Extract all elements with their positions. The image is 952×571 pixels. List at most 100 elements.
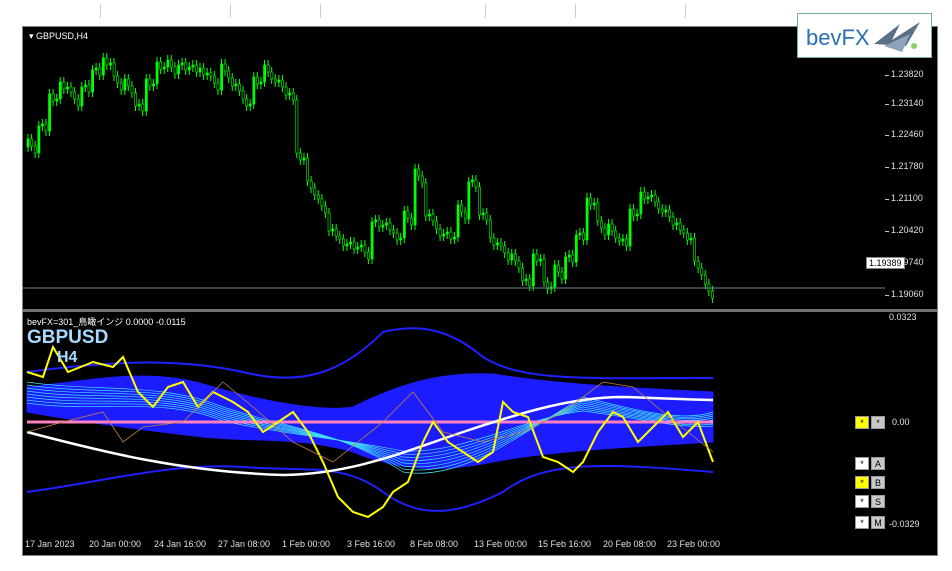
candle-body bbox=[528, 278, 532, 287]
candle-body bbox=[259, 81, 263, 85]
candle-body bbox=[693, 237, 697, 262]
candle-body bbox=[291, 92, 295, 101]
candle-body bbox=[363, 244, 367, 253]
candle-body bbox=[678, 222, 682, 231]
price-axis-label: 1.19060 bbox=[891, 289, 924, 299]
price-axis-tick bbox=[885, 135, 889, 136]
candle-body bbox=[152, 83, 155, 87]
bevfx-logo: bevFX bbox=[797, 13, 932, 58]
candle-body bbox=[62, 81, 66, 90]
m-star-button[interactable]: * bbox=[855, 516, 869, 529]
candle-body bbox=[653, 194, 657, 203]
candle-body bbox=[399, 237, 403, 241]
a-button[interactable]: A bbox=[871, 457, 885, 470]
indicator-zero-label: 0.00 bbox=[892, 417, 910, 427]
price-axis-tick bbox=[885, 167, 889, 168]
indicator-chart[interactable] bbox=[23, 312, 885, 532]
bird-logo-icon bbox=[874, 22, 920, 52]
candle-body bbox=[646, 196, 650, 200]
candle-body bbox=[230, 77, 234, 87]
candle-body bbox=[370, 221, 374, 260]
candle-body bbox=[144, 78, 148, 112]
s-star-button[interactable]: * bbox=[855, 495, 869, 508]
star-toggle-button[interactable]: * bbox=[855, 416, 869, 429]
candle-body bbox=[302, 157, 306, 161]
price-axis-label: 1.22460 bbox=[891, 129, 924, 139]
price-axis-label: 1.23820 bbox=[891, 69, 924, 79]
chart-window[interactable]: ▾ GBPUSD,H4 1.23820 1.23140 1.22460 1.21780… bbox=[22, 26, 938, 556]
candle-body bbox=[395, 232, 399, 241]
candle-body bbox=[313, 187, 317, 196]
logo-text: bevFX bbox=[806, 25, 870, 50]
candle-body bbox=[324, 205, 327, 214]
candle-body bbox=[703, 274, 707, 285]
candle-body bbox=[367, 251, 370, 260]
candle-body bbox=[101, 57, 105, 76]
candle-body bbox=[234, 83, 238, 87]
candle-body bbox=[345, 243, 349, 247]
candle-body bbox=[356, 246, 360, 250]
candle-body bbox=[109, 62, 112, 66]
candle-body bbox=[567, 254, 571, 258]
candle-body bbox=[603, 227, 607, 236]
candle-body bbox=[44, 123, 48, 132]
candlestick-chart[interactable] bbox=[23, 27, 885, 309]
b-button[interactable]: B bbox=[871, 476, 885, 489]
candle-body bbox=[392, 229, 396, 234]
candle-body bbox=[410, 217, 413, 226]
candle-body bbox=[481, 212, 485, 216]
candle-body bbox=[134, 92, 138, 107]
indicator-pane[interactable]: bevFX=301_鳥瞰インジ 0.0000 -0.0115 GBPUSD H4 bbox=[23, 312, 885, 532]
candle-body bbox=[517, 260, 521, 269]
candle-body bbox=[187, 66, 191, 71]
time-axis[interactable]: 17 Jan 2023 20 Jan 00:00 24 Jan 16:00 27 Ja… bbox=[23, 533, 885, 555]
candle-body bbox=[320, 198, 324, 207]
price-chart-pane[interactable]: ▾ GBPUSD,H4 bbox=[23, 27, 885, 309]
symbol-title-text: GBPUSD,H4 bbox=[36, 31, 89, 41]
candle-body bbox=[650, 194, 654, 198]
current-price-tag: 1.19389 bbox=[866, 257, 905, 269]
candle-body bbox=[571, 254, 575, 263]
candle-body bbox=[306, 157, 310, 182]
candle-body bbox=[245, 98, 249, 107]
candle-body bbox=[510, 253, 514, 261]
candle-body bbox=[431, 213, 435, 222]
candle-body bbox=[98, 67, 102, 76]
s-button[interactable]: S bbox=[871, 495, 885, 508]
candle-body bbox=[453, 236, 456, 240]
candle-body bbox=[41, 123, 44, 127]
candle-body bbox=[445, 231, 449, 235]
time-axis-label: 8 Feb 08:00 bbox=[410, 539, 459, 549]
candle-body bbox=[435, 220, 439, 230]
candle-body bbox=[553, 264, 557, 288]
candle-body bbox=[539, 258, 542, 262]
candle-body bbox=[195, 64, 198, 73]
candle-body bbox=[589, 197, 593, 206]
time-axis-label: 24 Jan 16:00 bbox=[154, 539, 207, 549]
candle-body bbox=[617, 237, 621, 242]
lower-band-line bbox=[26, 465, 714, 512]
candle-body bbox=[492, 237, 496, 246]
candle-body bbox=[557, 264, 560, 273]
candle-body bbox=[191, 64, 195, 68]
b-star-button[interactable]: * bbox=[855, 476, 869, 489]
toolbar-separator bbox=[230, 4, 231, 18]
time-axis-label: 23 Feb 00:00 bbox=[667, 539, 721, 549]
candle-body bbox=[635, 213, 639, 217]
m-button[interactable]: M bbox=[871, 516, 885, 529]
candle-body bbox=[413, 168, 417, 226]
star-toggle-button-2[interactable]: * bbox=[871, 416, 885, 429]
candle-body bbox=[209, 72, 213, 77]
candle-body bbox=[417, 168, 421, 177]
candle-body bbox=[682, 229, 686, 234]
a-star-button[interactable]: * bbox=[855, 457, 869, 470]
candle-body bbox=[84, 84, 87, 88]
candle-body bbox=[514, 253, 517, 262]
dropdown-triangle-icon[interactable]: ▾ bbox=[29, 31, 34, 41]
price-axis-label: 1.21100 bbox=[891, 193, 923, 203]
candle-body bbox=[238, 83, 241, 92]
candle-body bbox=[223, 63, 227, 72]
candle-body bbox=[711, 290, 714, 299]
toolbar-separator bbox=[485, 4, 486, 18]
candle-body bbox=[69, 86, 73, 93]
